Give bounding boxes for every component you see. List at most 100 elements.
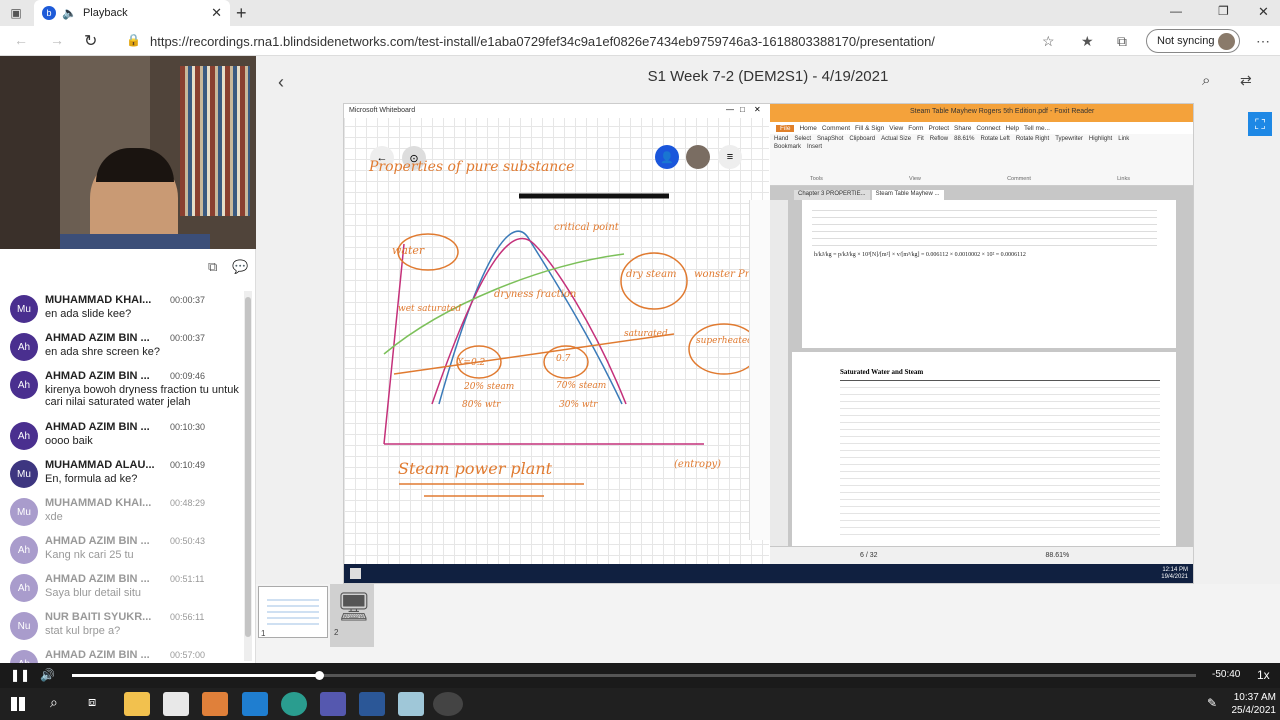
pdf-tool-group[interactable]: View bbox=[909, 176, 921, 182]
pdf-menu-item[interactable]: Form bbox=[908, 125, 923, 132]
pdf-tool-group[interactable]: Tools bbox=[810, 176, 823, 182]
speed-button[interactable]: 1x bbox=[1257, 668, 1270, 682]
chat-message: Mu MUHAMMAD ALAU... 00:10:49 En, formula… bbox=[8, 456, 244, 494]
add-favorite-icon[interactable]: ☆ bbox=[1042, 33, 1055, 50]
tab-actions-icon[interactable]: ▣ bbox=[8, 5, 24, 21]
chat-sender: AHMAD AZIM BIN ... bbox=[45, 573, 150, 585]
chat-avatar: Ah bbox=[10, 371, 38, 399]
foxit-sidebar[interactable] bbox=[770, 200, 788, 546]
pdf-menu-item[interactable]: Help bbox=[1006, 125, 1019, 132]
chat-timestamp: 00:56:11 bbox=[170, 612, 205, 622]
pdf-tool[interactable]: Clipboard bbox=[849, 136, 875, 142]
url-input[interactable]: https://recordings.rna1.blindsidenetwork… bbox=[150, 30, 1100, 52]
obs-icon[interactable] bbox=[433, 692, 463, 716]
maximize-icon[interactable]: ❐ bbox=[1218, 4, 1229, 18]
more-menu-icon[interactable]: ⋯ bbox=[1256, 33, 1270, 50]
pdf-menu-item[interactable]: Tell me... bbox=[1024, 125, 1050, 132]
screen-share-icon: 🖥 bbox=[336, 591, 372, 622]
chat-sender: AHMAD AZIM BIN ... bbox=[45, 535, 150, 547]
pdf-zoom[interactable]: 88.61% bbox=[1046, 552, 1070, 559]
teams-icon[interactable] bbox=[320, 692, 346, 716]
pdf-tool[interactable]: Insert bbox=[807, 144, 822, 150]
pdf-table-title: Saturated Water and Steam bbox=[840, 368, 924, 376]
wb-handwriting: 70% steam bbox=[556, 381, 607, 391]
wb-handwriting: 0.7 bbox=[556, 354, 571, 364]
progress-track[interactable] bbox=[72, 671, 1196, 680]
pdf-tool[interactable]: Select bbox=[794, 136, 811, 142]
favorites-icon[interactable]: ★ bbox=[1081, 33, 1094, 50]
volume-icon[interactable]: 🔊 bbox=[40, 668, 55, 682]
chat-timestamp: 00:10:30 bbox=[170, 422, 206, 432]
fullscreen-button[interactable]: ⛶ bbox=[1248, 112, 1272, 136]
chat-text: en ada shre screen ke? bbox=[45, 346, 160, 358]
chat-avatar: Nu bbox=[10, 612, 38, 640]
task-view-icon[interactable]: ⧈ bbox=[88, 694, 96, 710]
minimize-icon[interactable]: — bbox=[1170, 4, 1182, 18]
pdf-menu-item[interactable]: Comment bbox=[822, 125, 850, 132]
thumbnail-1[interactable]: 1 bbox=[258, 586, 328, 638]
pdf-menu-item[interactable]: Protect bbox=[928, 125, 949, 132]
search-icon[interactable]: ⌕ bbox=[1202, 72, 1210, 89]
chat-avatar: Ah bbox=[10, 574, 38, 602]
pdf-page-indicator[interactable]: 6 / 32 bbox=[860, 552, 878, 559]
pause-icon[interactable]: ❚❚ bbox=[10, 668, 30, 682]
pdf-tool[interactable]: Link bbox=[1118, 136, 1129, 142]
pdf-tool[interactable]: Actual Size bbox=[881, 136, 911, 142]
pdf-tool[interactable]: Reflow bbox=[930, 136, 948, 142]
browser-tab[interactable]: b 🔈 Playback ✕ bbox=[34, 0, 230, 26]
chat-sender: AHMAD AZIM BIN ... bbox=[45, 332, 150, 344]
file-explorer-icon[interactable] bbox=[124, 692, 150, 716]
pdf-menu-item[interactable]: View bbox=[889, 125, 903, 132]
pdf-menu-item[interactable]: Home bbox=[799, 125, 816, 132]
pdf-menu-item[interactable]: Connect bbox=[976, 125, 1000, 132]
store-icon[interactable] bbox=[163, 692, 189, 716]
thumbnail-2[interactable]: 🖥 2 bbox=[330, 584, 374, 647]
pdf-menu-item[interactable]: Share bbox=[954, 125, 971, 132]
foxit-statusbar: 6 / 32 88.61% bbox=[770, 547, 1193, 564]
chat-message: Mu MUHAMMAD KHAI... 00:48:29 xde bbox=[8, 494, 244, 532]
pdf-tool[interactable]: Typewriter bbox=[1055, 136, 1083, 142]
chat-message-list: Mu MUHAMMAD KHAI... 00:00:37 en ada slid… bbox=[0, 287, 256, 663]
window-close-icon[interactable]: ✕ bbox=[1258, 4, 1269, 20]
pdf-tool[interactable]: Rotate Right bbox=[1016, 136, 1049, 142]
pen-tray-icon[interactable]: ✎ bbox=[1207, 696, 1217, 710]
pdf-tool-group[interactable]: Links bbox=[1117, 176, 1130, 182]
pdf-tool[interactable]: 88.61% bbox=[954, 136, 974, 142]
pdf-tool[interactable]: Hand bbox=[774, 136, 788, 142]
windows-start-icon[interactable] bbox=[11, 697, 25, 711]
forward-icon[interactable]: → bbox=[50, 32, 64, 48]
pdf-tool[interactable]: SnapShot bbox=[817, 136, 843, 142]
mail-icon[interactable] bbox=[242, 692, 268, 716]
chat-timestamp: 00:09:46 bbox=[170, 371, 206, 381]
pdf-menu-item[interactable]: File bbox=[776, 124, 795, 132]
pdf-menu-item[interactable]: Fill & Sign bbox=[855, 125, 884, 132]
swap-icon[interactable]: ⇄ bbox=[1240, 72, 1252, 89]
pdf-tool[interactable]: Bookmark bbox=[774, 144, 801, 150]
new-tab-icon[interactable]: + bbox=[236, 3, 247, 24]
collections-icon[interactable]: ⧉ bbox=[1117, 33, 1127, 50]
pdf-tool[interactable]: Fit bbox=[917, 136, 924, 142]
copy-chat-icon[interactable]: ⧉ bbox=[208, 259, 217, 275]
chat-bubble-icon[interactable]: 💬 bbox=[232, 259, 248, 275]
back-icon[interactable]: ← bbox=[14, 32, 28, 48]
refresh-icon[interactable]: ↻ bbox=[84, 31, 97, 51]
thumbnail-2-label: 2 bbox=[334, 628, 339, 637]
edge-icon[interactable] bbox=[281, 692, 307, 716]
shared-clock-time: 12:14 PM bbox=[1162, 567, 1188, 573]
chat-timestamp: 00:10:49 bbox=[170, 460, 206, 470]
pdf-tool[interactable]: Highlight bbox=[1089, 136, 1112, 142]
pdf-tool[interactable]: Rotate Left bbox=[980, 136, 1009, 142]
foxit-title: Steam Table Mayhew Rogers 5th Edition.pd… bbox=[770, 104, 1193, 122]
whiteboard-canvas[interactable]: Microsoft Whiteboard — □ ✕ ← ⊙ 👤 ≡ Prope… bbox=[344, 104, 783, 564]
notes-icon[interactable] bbox=[398, 692, 424, 716]
pdf-doc-tab[interactable]: Chapter 3 PROPERTIE... bbox=[794, 190, 870, 200]
pdf-tool-group[interactable]: Comment bbox=[1007, 176, 1031, 182]
word-icon[interactable] bbox=[359, 692, 385, 716]
chat-scrollbar[interactable] bbox=[244, 291, 252, 661]
pdf-doc-tab[interactable]: Steam Table Mayhew ... bbox=[871, 190, 944, 200]
taskbar-search-icon[interactable]: ⌕ bbox=[50, 694, 58, 711]
sync-button[interactable]: Not syncing bbox=[1146, 29, 1240, 53]
chat-sender: MUHAMMAD KHAI... bbox=[45, 497, 152, 509]
app-icon[interactable] bbox=[202, 692, 228, 716]
tab-close-icon[interactable]: ✕ bbox=[211, 5, 222, 21]
